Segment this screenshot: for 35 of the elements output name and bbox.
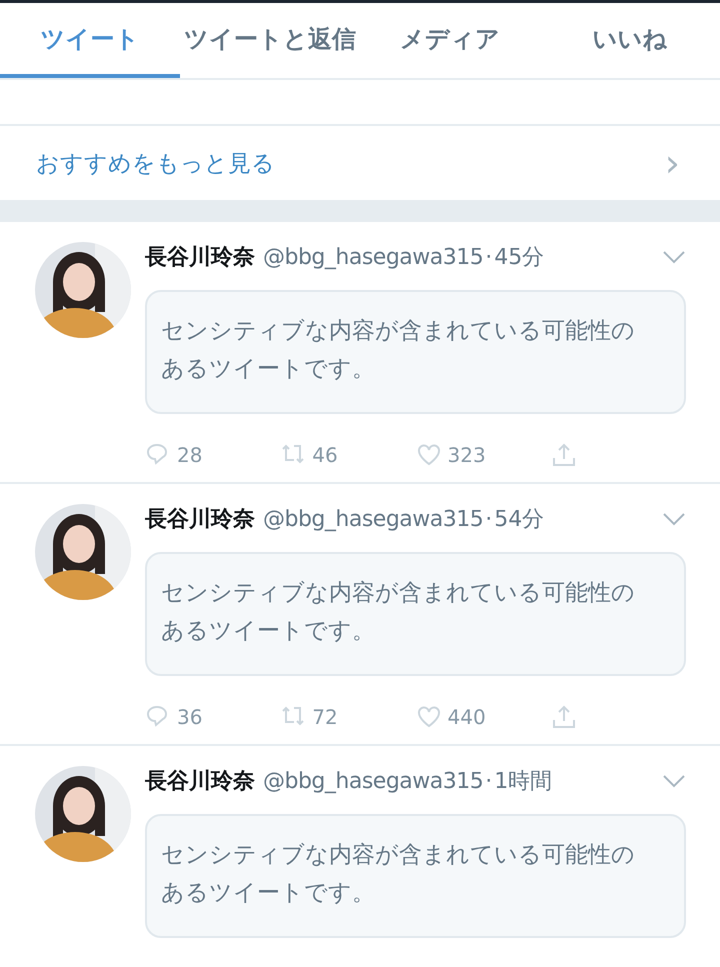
separator-dot: · [485,244,492,270]
retweet-count: 46 [312,443,338,467]
user-handle: @bbg_hasegawa315 [263,768,484,794]
separator-dot: · [485,768,492,794]
tweet-time: 45分 [494,244,544,272]
heart-icon[interactable] [416,442,442,468]
share-icon[interactable] [550,442,577,468]
chevron-icon: › [664,144,680,182]
tab[interactable]: ツイート [0,3,180,78]
separator-dot: · [485,506,492,532]
tweet-time: 1時間 [494,768,552,796]
tweet-time: 54分 [494,506,544,534]
heart-icon[interactable] [416,704,442,730]
caret-icon[interactable] [662,512,686,526]
user-name[interactable]: 長谷川玲奈 [145,242,255,272]
sensitive-notice[interactable]: センシティブな内容が含まれている可能性のあるツイートです。 [145,290,686,414]
tab[interactable]: ツイートと返信 [180,3,360,78]
see-more-row[interactable]: おすすめをもっと見る › [0,126,720,200]
sensitive-notice[interactable]: センシティブな内容が含まれている可能性のあるツイートです。 [145,814,686,938]
user-name[interactable]: 長谷川玲奈 [145,504,255,534]
caret-icon[interactable] [662,774,686,788]
like-count: 323 [448,443,486,467]
user-handle: @bbg_hasegawa315 [263,506,484,532]
retweet-count: 72 [312,705,338,729]
caret-icon[interactable] [662,250,686,264]
share-icon[interactable] [550,704,577,730]
sensitive-notice[interactable]: センシティブな内容が含まれている可能性のあるツイートです。 [145,552,686,676]
like-count: 440 [448,705,486,729]
reply-count: 28 [177,443,202,467]
reply-count: 36 [177,705,202,729]
user-handle: @bbg_hasegawa315 [263,244,484,270]
user-name[interactable]: 長谷川玲奈 [145,766,255,796]
tab[interactable]: メディア [360,3,540,78]
tab[interactable]: いいね [540,3,720,78]
see-more-link[interactable]: おすすめをもっと見る [36,148,275,178]
